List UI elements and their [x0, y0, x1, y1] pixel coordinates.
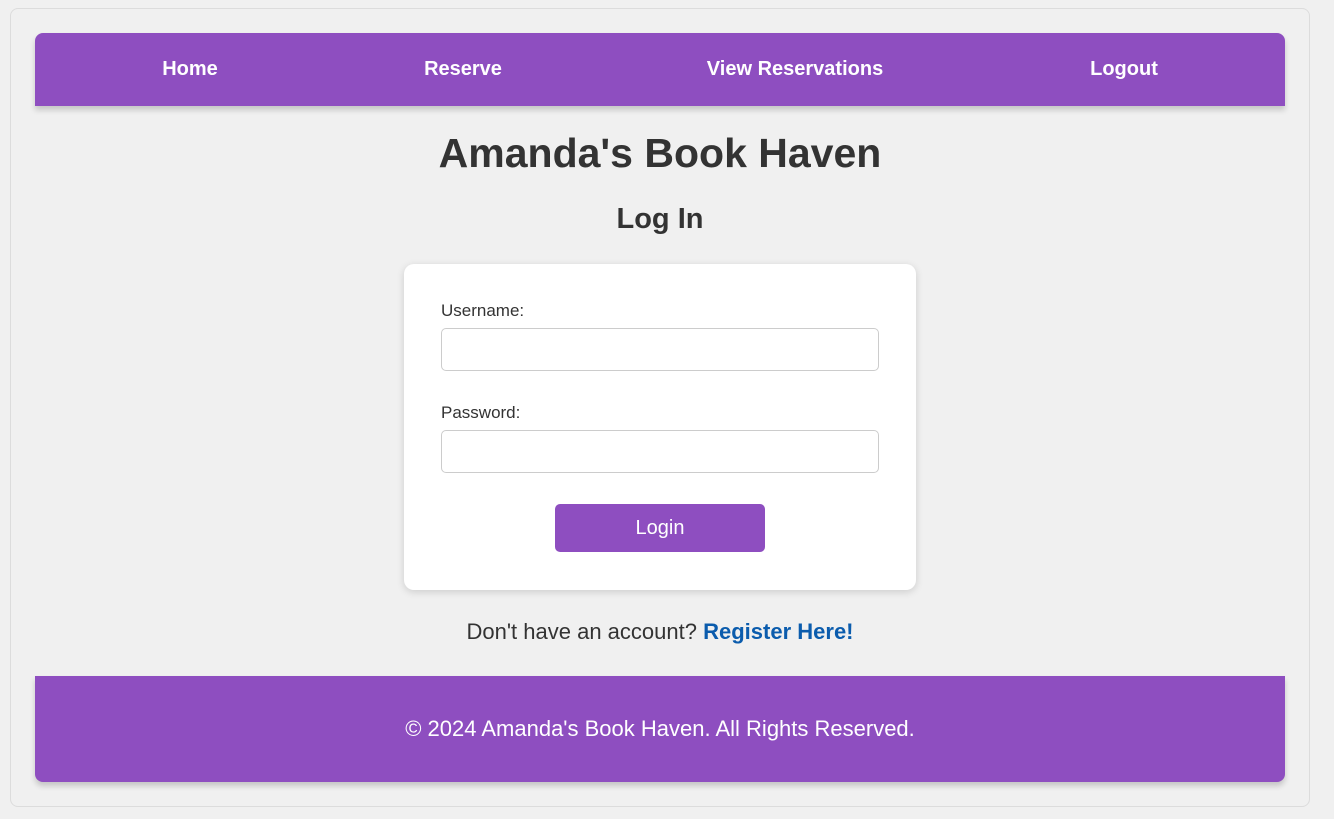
- username-input[interactable]: [441, 328, 879, 371]
- login-button[interactable]: Login: [555, 504, 765, 552]
- nav-home-link[interactable]: Home: [162, 33, 218, 106]
- footer: © 2024 Amanda's Book Haven. All Rights R…: [35, 676, 1285, 782]
- register-link[interactable]: Register Here!: [703, 619, 853, 644]
- password-input[interactable]: [441, 430, 879, 473]
- nav-view-reservations-link[interactable]: View Reservations: [707, 33, 883, 106]
- footer-copyright: © 2024 Amanda's Book Haven. All Rights R…: [405, 716, 915, 741]
- password-label: Password:: [441, 403, 521, 422]
- site-title: Amanda's Book Haven: [438, 130, 882, 176]
- top-nav: Home Reserve View Reservations Logout: [35, 33, 1285, 106]
- login-form: Username: Password: Login: [404, 264, 916, 590]
- nav-logout-link[interactable]: Logout: [1090, 33, 1158, 106]
- nav-reserve-link[interactable]: Reserve: [424, 33, 502, 106]
- register-prompt-text: Don't have an account?: [466, 619, 697, 644]
- page-title: Log In: [616, 203, 704, 235]
- register-prompt: Don't have an account? Register Here!: [0, 619, 1320, 645]
- username-label: Username:: [441, 301, 525, 320]
